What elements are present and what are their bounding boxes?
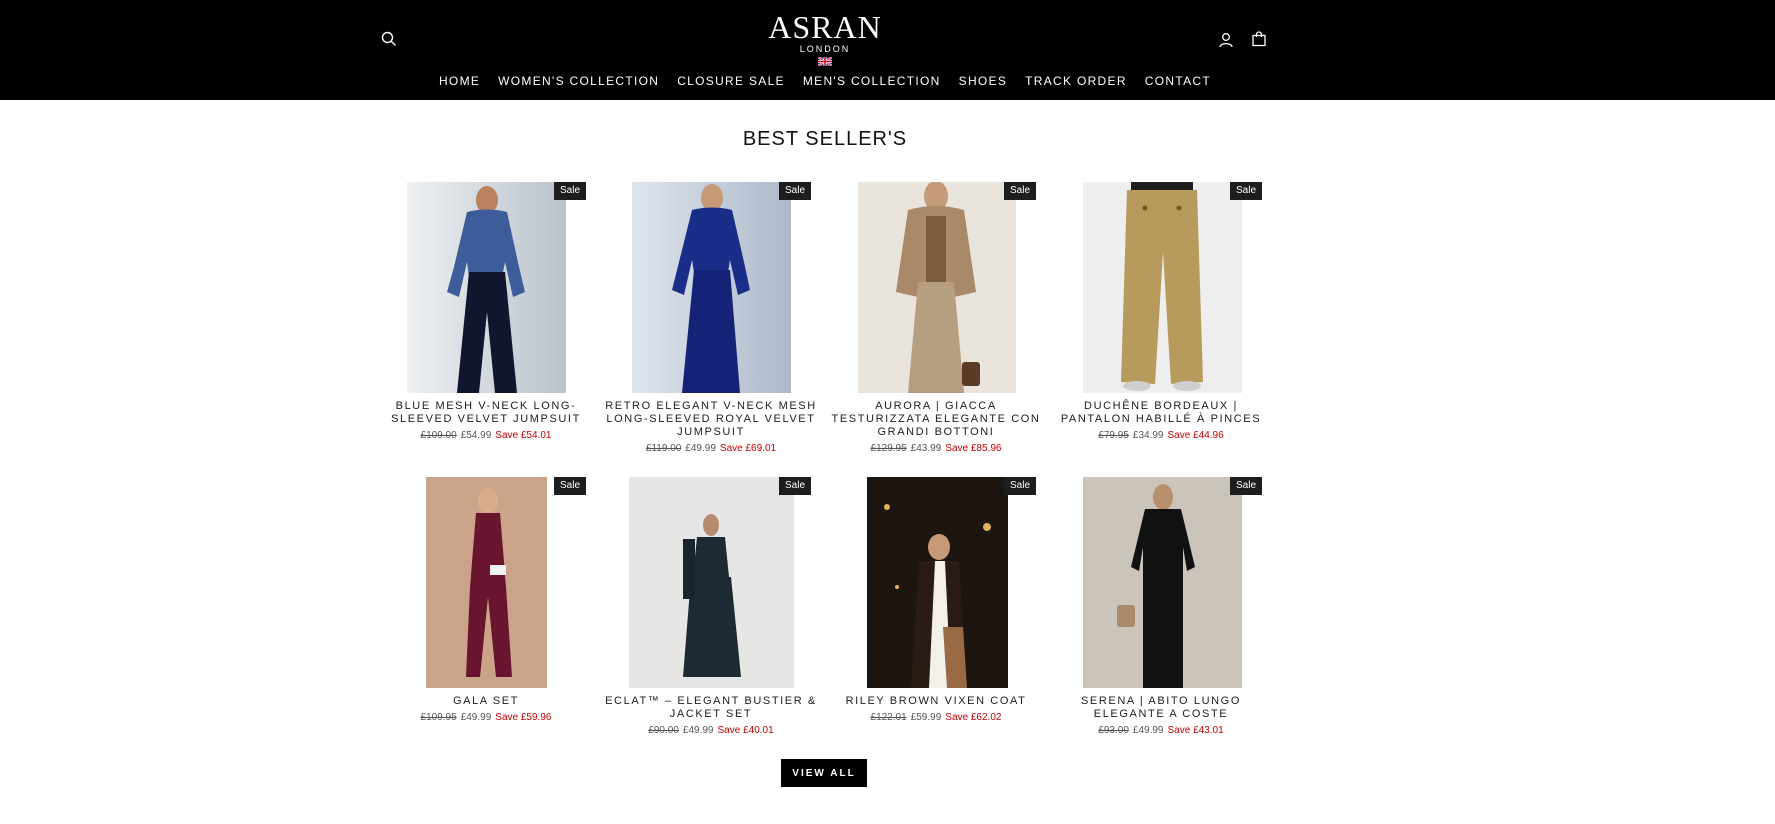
product-image[interactable] [407, 182, 566, 393]
sale-price: £49.99 [1132, 725, 1164, 736]
product-price: £109.95 £49.99 Save £59.96 [376, 712, 596, 724]
original-price: £129.95 [870, 443, 907, 454]
cart-icon[interactable] [1248, 28, 1270, 50]
product-price: £119.00 £49.99 Save £69.01 [601, 443, 821, 455]
product-image[interactable] [867, 477, 1008, 688]
sale-badge: Sale [1229, 477, 1262, 495]
nav-mens-collection[interactable]: MEN'S COLLECTION [803, 74, 941, 88]
nav-track-order[interactable]: TRACK ORDER [1025, 74, 1127, 88]
sale-price: £43.99 [910, 443, 942, 454]
site-header: ASRAN LONDON HOME WOMEN'S COLLECTION CLO… [0, 0, 1775, 100]
product-title[interactable]: Retro Elegant V-Neck Mesh Long-Sleeved R… [601, 400, 821, 439]
sale-price: £49.99 [682, 725, 714, 736]
savings-label: Save £59.96 [495, 712, 552, 723]
savings-label: Save £40.01 [717, 725, 774, 736]
view-all-button[interactable]: VIEW ALL [781, 759, 867, 787]
sale-badge: Sale [778, 182, 811, 200]
sale-badge: Sale [553, 477, 586, 495]
savings-label: Save £43.01 [1167, 725, 1224, 736]
sale-badge: Sale [778, 477, 811, 495]
product-price: £122.01 £59.99 Save £62.02 [826, 712, 1046, 724]
nav-home[interactable]: HOME [439, 74, 480, 88]
original-price: £122.01 [870, 712, 907, 723]
sale-price: £34.99 [1132, 430, 1164, 441]
savings-label: Save £62.02 [945, 712, 1002, 723]
product-price: £109.00 £54.99 Save £54.01 [376, 430, 596, 442]
sale-badge: Sale [1229, 182, 1262, 200]
account-icon[interactable] [1215, 29, 1237, 51]
product-title[interactable]: Eclat™ – Elegant Bustier & Jacket Set [601, 695, 821, 721]
original-price: £79.95 [1098, 430, 1129, 441]
logo-text: ASRAN [768, 9, 882, 45]
nav-contact[interactable]: CONTACT [1145, 74, 1211, 88]
sale-badge: Sale [1003, 182, 1036, 200]
site-logo[interactable]: ASRAN LONDON [768, 10, 882, 66]
product-title[interactable]: Duchêne Bordeaux | Pantalon Habillé à Pi… [1051, 400, 1271, 426]
main-nav: HOME WOMEN'S COLLECTION CLOSURE SALE MEN… [0, 74, 1650, 88]
product-title[interactable]: Gala Set [376, 695, 596, 708]
product-title[interactable]: Blue Mesh V-Neck Long-Sleeved Velvet Jum… [376, 400, 596, 426]
product-price: £79.95 £34.99 Save £44.96 [1051, 430, 1271, 442]
sale-price: £59.99 [910, 712, 942, 723]
product-price: £93.00 £49.99 Save £43.01 [1051, 725, 1271, 737]
product-title[interactable]: Riley Brown Vixen Coat [826, 695, 1046, 708]
nav-shoes[interactable]: SHOES [959, 74, 1008, 88]
product-image[interactable] [1083, 182, 1242, 393]
product-image[interactable] [629, 477, 794, 688]
sale-price: £54.99 [460, 430, 492, 441]
original-price: £93.00 [1098, 725, 1129, 736]
product-title[interactable]: Serena | Abito Lungo Elegante a Coste [1051, 695, 1271, 721]
product-image[interactable] [426, 477, 547, 688]
product-price: £129.95 £43.99 Save £85.96 [826, 443, 1046, 455]
sale-badge: Sale [553, 182, 586, 200]
savings-label: Save £85.96 [945, 443, 1002, 454]
original-price: £109.95 [420, 712, 457, 723]
product-image[interactable] [632, 182, 791, 393]
sale-price: £49.99 [685, 443, 716, 454]
sale-badge: Sale [1003, 477, 1036, 495]
sale-price: £49.99 [460, 712, 492, 723]
product-price: £90.00 £49.99 Save £40.01 [601, 725, 821, 737]
section-title: BEST SELLER'S [742, 128, 908, 150]
logo-subtext: LONDON [799, 44, 851, 54]
savings-label: Save £54.01 [495, 430, 552, 441]
original-price: £109.00 [420, 430, 457, 441]
uk-flag-icon [768, 57, 882, 66]
original-price: £119.00 [645, 443, 682, 454]
original-price: £90.00 [648, 725, 679, 736]
nav-womens-collection[interactable]: WOMEN'S COLLECTION [498, 74, 659, 88]
product-image[interactable] [858, 182, 1016, 393]
savings-label: Save £44.96 [1167, 430, 1224, 441]
search-icon[interactable] [378, 28, 400, 50]
product-image[interactable] [1083, 477, 1242, 688]
nav-closure-sale[interactable]: CLOSURE SALE [677, 74, 785, 88]
savings-label: Save £69.01 [719, 443, 777, 454]
product-title[interactable]: Aurora | Giacca Testurizzata Elegante co… [826, 400, 1046, 439]
